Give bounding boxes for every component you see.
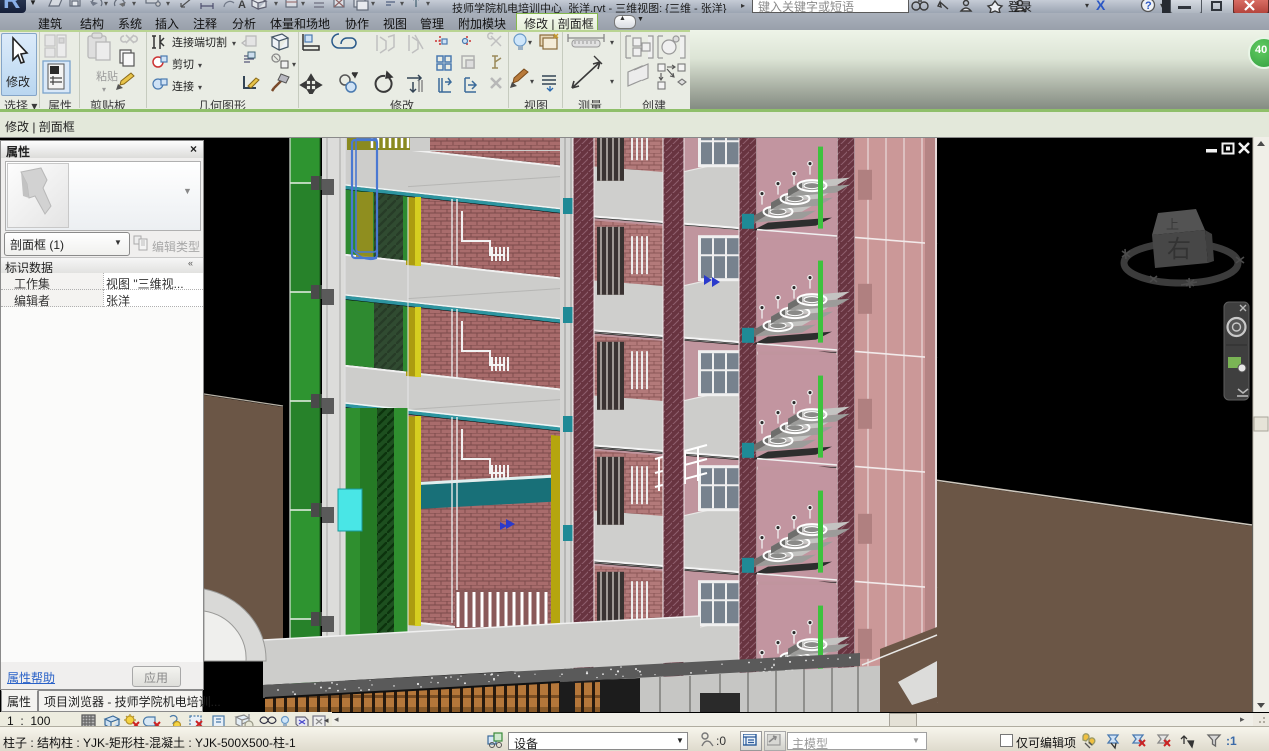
svg-text:▾: ▾ [610,77,614,86]
svg-text:▾: ▾ [166,0,170,8]
svg-text:A: A [238,0,246,11]
svg-text:▾: ▾ [301,0,305,8]
svg-text:▾: ▾ [232,39,236,48]
svg-text:▾: ▾ [400,0,404,8]
svg-text:▾: ▾ [102,85,106,94]
svg-text:连接: 连接 [172,80,194,93]
svg-text:▾: ▾ [104,0,108,8]
svg-text:▾: ▾ [371,0,375,8]
svg-text:?: ? [1145,0,1152,12]
svg-text:粘贴: 粘贴 [96,69,118,83]
svg-text:▾: ▾ [610,38,614,47]
svg-text:▾: ▾ [292,60,296,69]
svg-text:▾: ▾ [198,83,202,92]
svg-text:连接端切割: 连接端切割 [172,35,227,49]
svg-text:▾: ▾ [530,77,534,86]
svg-text:右: 右 [1167,236,1191,263]
svg-text:▾: ▾ [198,61,202,70]
svg-text:上: 上 [1166,217,1179,232]
svg-text:▾: ▾ [528,38,532,47]
svg-text:剪切: 剪切 [172,57,194,71]
svg-text:▾: ▾ [274,0,278,8]
svg-text:▾: ▾ [132,0,136,8]
svg-text:▾: ▾ [426,0,430,8]
